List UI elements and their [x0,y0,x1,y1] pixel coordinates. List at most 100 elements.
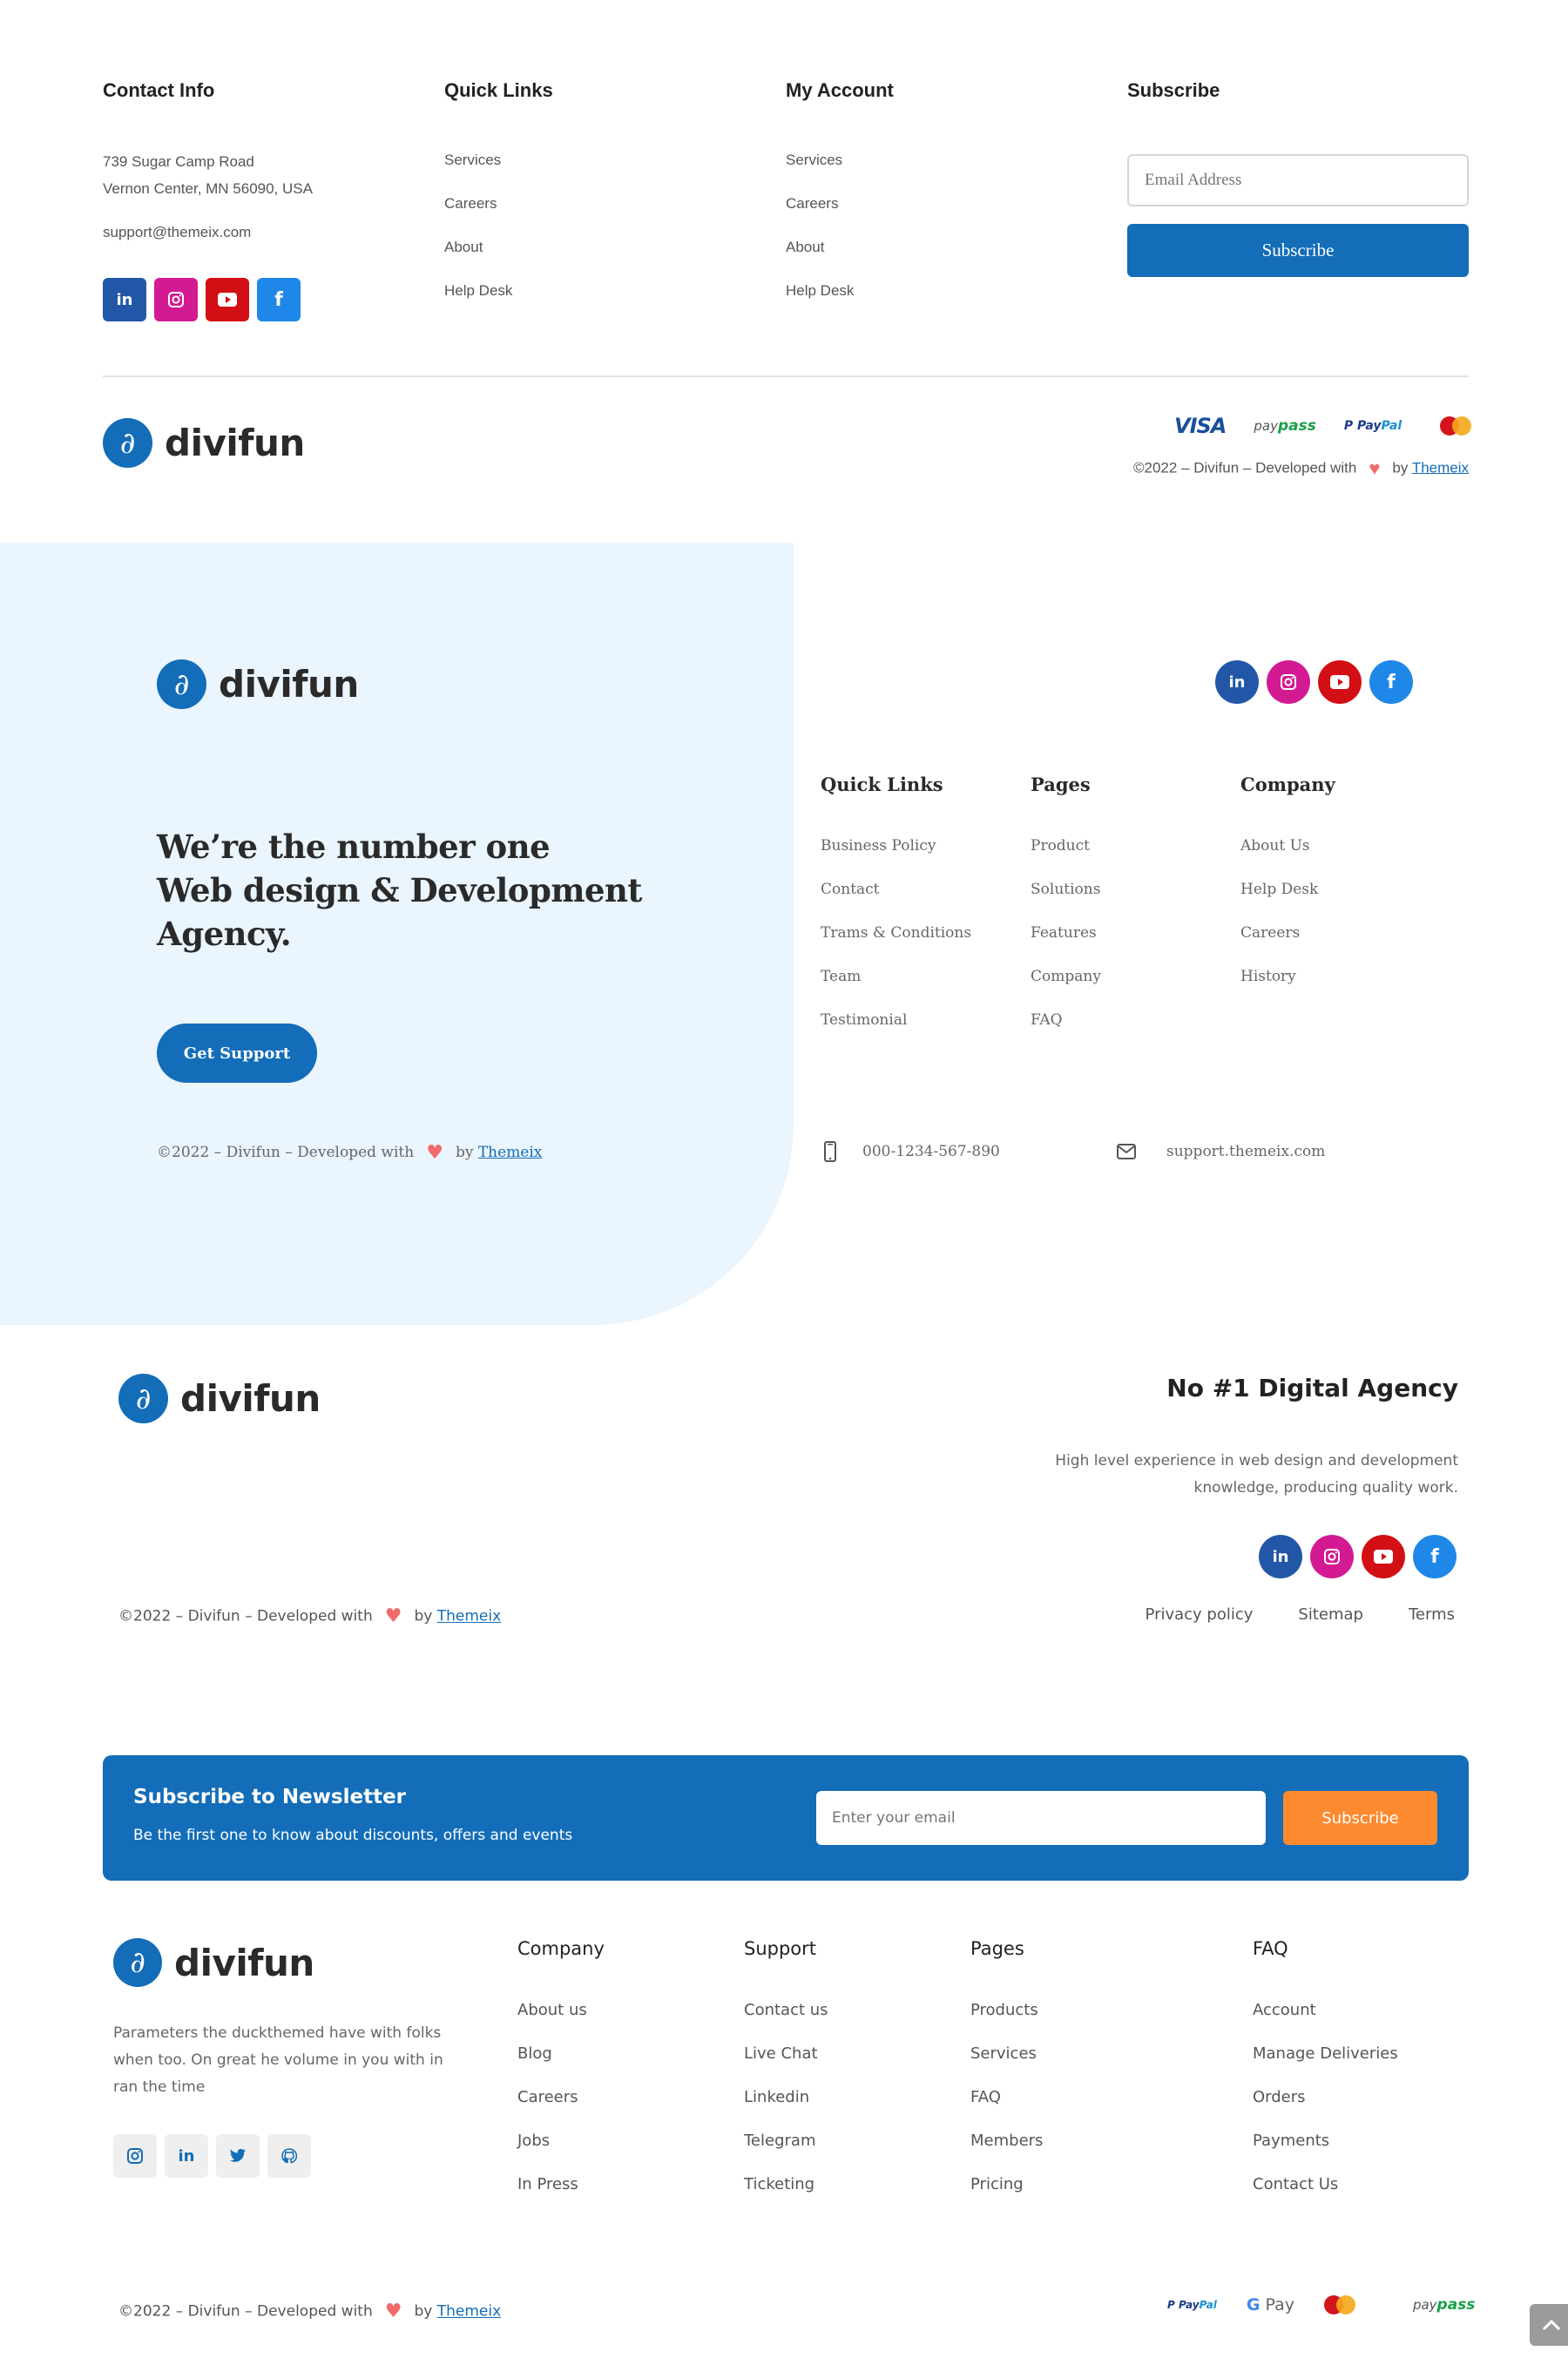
link-faq[interactable]: FAQ [1031,1011,1101,1055]
quick-link-services[interactable]: Services [444,152,512,195]
youtube-icon[interactable] [1362,1535,1405,1578]
instagram-icon[interactable] [1310,1535,1354,1578]
newsletter-title: Subscribe to Newsletter [133,1786,407,1808]
heart-icon: ♥ [1369,457,1381,479]
link-members[interactable]: Members [970,2132,1043,2175]
facebook-icon[interactable]: f [1413,1535,1456,1578]
newsletter-email-input[interactable] [816,1791,1266,1845]
sitemap-link[interactable]: Sitemap [1298,1605,1363,1624]
link-faq[interactable]: FAQ [970,2088,1043,2132]
headline-line-3: Agency. [157,915,292,953]
github-icon[interactable] [267,2134,311,2178]
link-in-press[interactable]: In Press [517,2175,605,2219]
divifun-logo[interactable]: ∂ divifun [103,418,305,468]
heart-icon: ♥ [384,2301,402,2322]
link-pricing[interactable]: Pricing [970,2175,1043,2219]
link-about-us[interactable]: About us [517,2001,605,2044]
account-link-about[interactable]: About [786,239,854,282]
scroll-to-top-button[interactable] [1530,2304,1568,2346]
themeix-link[interactable]: Themeix [437,1608,501,1625]
agency-headline: We’re the number one Web design & Develo… [157,825,643,956]
google-pay-icon: G Pay [1246,2295,1294,2314]
link-team[interactable]: Team [821,968,971,1011]
linkedin-icon[interactable]: in [165,2134,208,2178]
divifun-logo[interactable]: ∂ divifun [118,1374,321,1423]
copyright: ©2022 – Divifun – Developed with ♥ by Them… [118,1605,501,1627]
linkedin-icon[interactable]: in [1259,1535,1302,1578]
link-help-desk[interactable]: Help Desk [1240,881,1335,924]
copyright: ©2022 – Divifun – Developed with ♥ by Them… [1133,457,1469,480]
link-blog[interactable]: Blog [517,2044,605,2088]
link-live-chat[interactable]: Live Chat [744,2044,828,2088]
facebook-icon[interactable]: f [257,278,301,321]
column-heading: Company [517,1938,605,1959]
youtube-icon[interactable] [1318,660,1362,704]
copyright-text: ©2022 – Divifun – Developed with [118,2302,373,2321]
privacy-policy-link[interactable]: Privacy policy [1146,1605,1254,1624]
quick-link-about[interactable]: About [444,239,512,282]
themeix-link[interactable]: Themeix [437,2303,501,2321]
quick-link-help-desk[interactable]: Help Desk [444,282,512,326]
subscribe-heading: Subscribe [1127,79,1220,101]
link-company[interactable]: Company [1031,968,1101,1011]
get-support-button[interactable]: Get Support [157,1024,317,1083]
contact-email-link[interactable]: support@themeix.com [103,219,251,246]
link-history[interactable]: History [1240,968,1335,1011]
quick-link-careers[interactable]: Careers [444,195,512,239]
themeix-link[interactable]: Themeix [478,1144,543,1161]
link-careers[interactable]: Careers [1240,924,1335,968]
payment-methods: P PayPal G Pay paypass [1167,2295,1475,2314]
support-email-link[interactable]: support.themeix.com [1166,1143,1325,1160]
link-payments[interactable]: Payments [1253,2132,1398,2175]
link-contact[interactable]: Contact [821,881,971,924]
instagram-icon[interactable] [113,2134,157,2178]
link-manage-deliveries[interactable]: Manage Deliveries [1253,2044,1398,2088]
instagram-icon[interactable] [1267,660,1310,704]
account-link-careers[interactable]: Careers [786,195,854,239]
column-heading: Support [744,1938,817,1959]
youtube-icon[interactable] [206,278,249,321]
agency-title: No #1 Digital Agency [1166,1374,1458,1402]
link-careers[interactable]: Careers [517,2088,605,2132]
link-products[interactable]: Products [970,2001,1043,2044]
footer4-column-pages: Pages Products Services FAQ Members Pric… [970,1938,1043,2219]
logo-mark-icon: ∂ [113,1938,162,1987]
subscribe-button[interactable]: Subscribe [1127,224,1469,277]
copyright-by: by [455,1144,474,1161]
divifun-logo[interactable]: ∂ divifun [157,659,359,709]
account-link-help-desk[interactable]: Help Desk [786,282,854,326]
social-icons-circle: in f [1215,660,1413,704]
newsletter-subscribe-button[interactable]: Subscribe [1283,1791,1437,1845]
instagram-icon[interactable] [154,278,198,321]
logo-text: divifun [174,1941,314,1984]
link-contact-us[interactable]: Contact us [744,2001,828,2044]
agency-description: High level experience in web design and … [1055,1448,1458,1502]
subscribe-email-input[interactable] [1127,154,1469,206]
facebook-icon[interactable]: f [1369,660,1413,704]
twitter-icon[interactable] [216,2134,260,2178]
link-terms-conditions[interactable]: Trams & Conditions [821,924,971,968]
address-line-2: Vernon Center, MN 56090, USA [103,180,313,197]
link-account[interactable]: Account [1253,2001,1398,2044]
divifun-logo[interactable]: ∂ divifun [113,1938,314,1987]
link-features[interactable]: Features [1031,924,1101,968]
link-linkedin[interactable]: Linkedin [744,2088,828,2132]
link-contact-us[interactable]: Contact Us [1253,2175,1398,2219]
email-contact: support.themeix.com [1117,1143,1325,1160]
footer-divider [103,375,1469,377]
link-solutions[interactable]: Solutions [1031,881,1101,924]
themeix-link[interactable]: Themeix [1412,459,1469,476]
link-telegram[interactable]: Telegram [744,2132,828,2175]
linkedin-icon[interactable]: in [103,278,146,321]
link-services[interactable]: Services [970,2044,1043,2088]
link-business-policy[interactable]: Business Policy [821,837,971,881]
link-testimonial[interactable]: Testimonial [821,1011,971,1055]
terms-link[interactable]: Terms [1409,1605,1455,1624]
link-product[interactable]: Product [1031,837,1101,881]
link-ticketing[interactable]: Ticketing [744,2175,828,2219]
linkedin-icon[interactable]: in [1215,660,1259,704]
link-about-us[interactable]: About Us [1240,837,1335,881]
link-orders[interactable]: Orders [1253,2088,1398,2132]
account-link-services[interactable]: Services [786,152,854,195]
link-jobs[interactable]: Jobs [517,2132,605,2175]
